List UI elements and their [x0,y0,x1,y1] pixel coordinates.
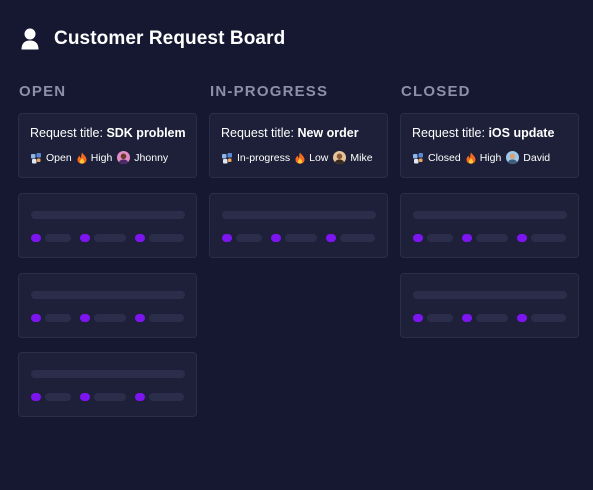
user-icon [20,28,40,50]
priority-label: High [90,151,113,164]
request-title-line: Request title: New order [221,126,359,140]
column-open: OPEN Request title: SDK problem Open Hig… [18,82,197,417]
placeholder-dot [517,314,527,322]
placeholder-meta-row [222,234,378,242]
placeholder-card [18,352,197,417]
board-title: Customer Request Board [54,28,286,49]
request-title-label: Request title: [30,126,107,140]
placeholder-dot [517,234,527,242]
placeholder-line [476,234,508,242]
column-title: OPEN [19,83,67,100]
placeholder-card [18,273,197,338]
fire-icon [77,152,87,164]
placeholder-line [285,234,317,242]
request-card[interactable]: Request title: SDK problem Open High Jho… [18,113,197,178]
request-meta: Closed High David [412,151,550,164]
placeholder-line [45,314,71,322]
placeholder-line [149,314,184,322]
avatar [117,151,131,164]
placeholder-dot [31,234,41,242]
fire-icon [466,152,476,164]
placeholder-dot [80,234,90,242]
assignee-name: Mike [350,151,373,164]
assignee-name: Jhonny [134,151,169,164]
request-meta: Open High Jhonny [30,151,168,164]
placeholder-title-bar [31,291,185,299]
status-label: In-progress [237,151,291,164]
status-label: Open [46,151,72,164]
placeholder-title-bar [413,291,567,299]
placeholder-line [340,234,375,242]
column-closed: CLOSED Request title: iOS update Closed … [400,82,579,338]
avatar [506,151,520,164]
placeholder-line [427,234,453,242]
placeholder-dot [271,234,281,242]
placeholder-card [400,273,579,338]
placeholder-line [94,234,126,242]
request-title: SDK problem [106,126,186,140]
placeholder-meta-row [31,393,187,401]
placeholder-line [149,393,184,401]
placeholder-dot [80,314,90,322]
request-title-line: Request title: iOS update [412,126,554,140]
placeholder-title-bar [31,370,185,378]
priority-label: High [479,151,502,164]
placeholder-line [45,234,71,242]
placeholder-dot [413,314,423,322]
placeholder-meta-row [31,314,187,322]
request-card[interactable]: Request title: iOS update Closed High Da… [400,113,579,178]
status-icon [412,152,424,164]
board-header: Customer Request Board [20,28,285,50]
request-title-label: Request title: [221,126,298,140]
placeholder-card [209,193,388,258]
priority-label: Low [309,151,329,164]
placeholder-dot [31,314,41,322]
placeholder-title-bar [222,211,376,219]
request-title-label: Request title: [412,126,489,140]
column-title: IN-PROGRESS [210,83,329,100]
placeholder-line [427,314,453,322]
placeholder-card [18,193,197,258]
request-card[interactable]: Request title: New order In-progress Low… [209,113,388,178]
placeholder-title-bar [31,211,185,219]
placeholder-line [476,314,508,322]
placeholder-line [149,234,184,242]
placeholder-dot [462,234,472,242]
placeholder-meta-row [413,314,569,322]
assignee-name: David [523,151,551,164]
placeholder-line [531,234,566,242]
fire-icon [295,152,305,164]
placeholder-title-bar [413,211,567,219]
placeholder-meta-row [31,234,187,242]
status-label: Closed [428,151,461,164]
placeholder-dot [135,314,145,322]
avatar [333,151,347,164]
placeholder-line [236,234,262,242]
request-title: New order [297,126,359,140]
column-in-progress: IN-PROGRESS Request title: New order In-… [209,82,388,258]
status-icon [221,152,233,164]
placeholder-dot [222,234,232,242]
placeholder-dot [326,234,336,242]
placeholder-line [94,393,126,401]
request-title: iOS update [488,126,555,140]
placeholder-dot [135,234,145,242]
column-title: CLOSED [401,83,471,100]
placeholder-card [400,193,579,258]
request-meta: In-progress Low Mike [221,151,373,164]
request-title-line: Request title: SDK problem [30,126,186,140]
placeholder-dot [462,314,472,322]
placeholder-meta-row [413,234,569,242]
placeholder-line [94,314,126,322]
placeholder-dot [31,393,41,401]
placeholder-line [531,314,566,322]
placeholder-dot [135,393,145,401]
placeholder-line [45,393,71,401]
placeholder-dot [80,393,90,401]
placeholder-dot [413,234,423,242]
status-icon [30,152,42,164]
